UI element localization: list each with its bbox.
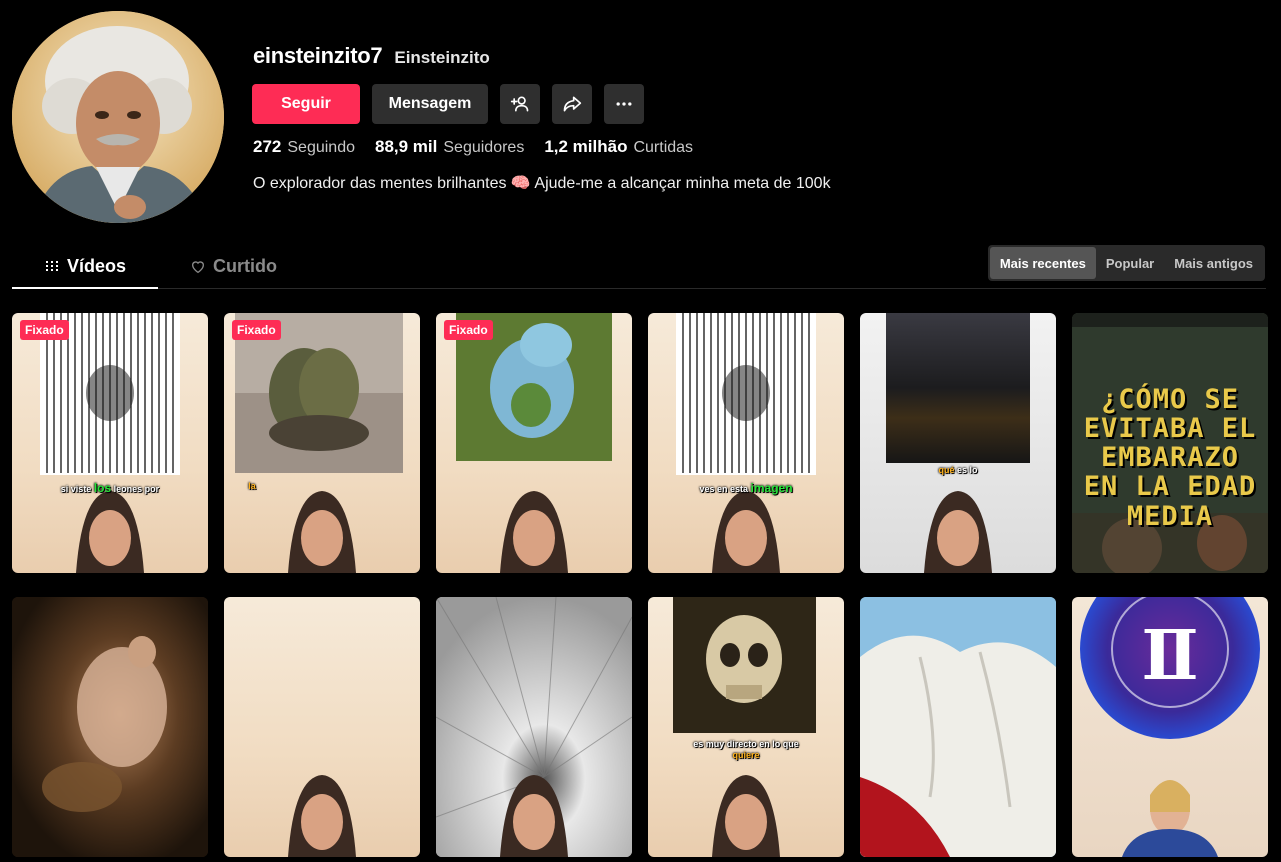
- video-card[interactable]: ¿CÓMO SE EVITABA EL EMBARAZO EN LA EDAD …: [1072, 313, 1268, 573]
- tab-liked-label: Curtido: [213, 256, 277, 276]
- sort-oldest[interactable]: Mais antigos: [1164, 247, 1263, 279]
- video-thumbnail: [860, 597, 1056, 857]
- video-card[interactable]: [860, 597, 1056, 857]
- heart-icon: [191, 260, 205, 273]
- video-thumbnail: [886, 313, 1030, 573]
- video-card[interactable]: ves en esta imagen: [648, 313, 844, 573]
- video-caption: si viste los leones por: [60, 481, 160, 495]
- add-friend-icon: [510, 96, 529, 112]
- pinned-badge: Fixado: [20, 320, 69, 340]
- likes-stat: 1,2 milhão Curtidas: [544, 137, 693, 157]
- following-count: 272: [253, 137, 282, 156]
- likes-label: Curtidas: [633, 139, 694, 156]
- following-label: Seguindo: [287, 139, 355, 156]
- video-card[interactable]: [436, 597, 632, 857]
- following-stat[interactable]: 272 Seguindo: [253, 137, 355, 157]
- username: einsteinzito7: [253, 43, 383, 68]
- more-options-button[interactable]: [604, 84, 644, 124]
- profile-stats: 272 Seguindo 88,9 mil Seguidores 1,2 mil…: [253, 137, 693, 157]
- follow-button[interactable]: Seguir: [252, 84, 360, 124]
- sort-popular[interactable]: Popular: [1096, 247, 1164, 279]
- video-grid: Fixado si viste los leones por Fixado la: [12, 313, 1268, 857]
- video-thumbnail: [12, 597, 208, 857]
- followers-count: 88,9 mil: [375, 137, 438, 156]
- video-thumbnail: [676, 313, 816, 573]
- video-card[interactable]: [224, 597, 420, 857]
- video-card[interactable]: Fixado la: [224, 313, 420, 573]
- followers-label: Seguidores: [443, 139, 525, 156]
- sort-recent[interactable]: Mais recentes: [989, 247, 1096, 279]
- video-thumbnail: [288, 775, 356, 857]
- nickname: Einsteinzito: [394, 48, 490, 67]
- video-caption: la: [248, 481, 256, 491]
- video-caption: ves en esta imagen: [699, 481, 793, 495]
- video-thumbnail: [456, 313, 612, 573]
- tab-liked[interactable]: Curtido: [190, 245, 277, 288]
- video-card[interactable]: Fixado si viste los leones por: [12, 313, 208, 573]
- video-thumbnail: Ⅱ: [1080, 597, 1260, 857]
- likes-count: 1,2 milhão: [544, 137, 628, 156]
- profile-actions: Seguir Mensagem: [252, 84, 644, 124]
- share-icon: [563, 96, 582, 112]
- video-card[interactable]: Fixado: [436, 313, 632, 573]
- sort-selector: Mais recentes Popular Mais antigos: [987, 245, 1265, 281]
- video-thumbnail: [40, 313, 180, 573]
- tab-videos[interactable]: Vídeos: [12, 245, 158, 289]
- add-friend-button[interactable]: [500, 84, 540, 124]
- tab-videos-label: Vídeos: [66, 255, 127, 276]
- video-thumbnail: [436, 597, 632, 857]
- profile-avatar[interactable]: [12, 11, 224, 223]
- share-button[interactable]: [552, 84, 592, 124]
- more-icon: [616, 102, 632, 106]
- video-thumbnail: [673, 597, 816, 857]
- profile-bio: O explorador das mentes brilhantes 🧠 Aju…: [253, 175, 831, 192]
- video-poster-text: ¿CÓMO SE EVITABA EL EMBARAZO EN LA EDAD …: [1083, 384, 1257, 532]
- video-card[interactable]: [12, 597, 208, 857]
- video-card[interactable]: es muy directo en lo que quiere: [648, 597, 844, 857]
- message-button[interactable]: Mensagem: [372, 84, 488, 124]
- grid-icon: [45, 261, 58, 271]
- video-caption: es muy directo en lo que quiere: [693, 739, 799, 761]
- svg-text:Ⅱ: Ⅱ: [1141, 616, 1198, 696]
- pinned-badge: Fixado: [232, 320, 281, 340]
- followers-stat[interactable]: 88,9 mil Seguidores: [375, 137, 524, 157]
- pinned-badge: Fixado: [444, 320, 493, 340]
- video-thumbnail: [235, 313, 403, 573]
- video-card[interactable]: qué es lo: [860, 313, 1056, 573]
- video-card[interactable]: Ⅱ: [1072, 597, 1268, 857]
- video-caption: qué es lo: [938, 465, 978, 475]
